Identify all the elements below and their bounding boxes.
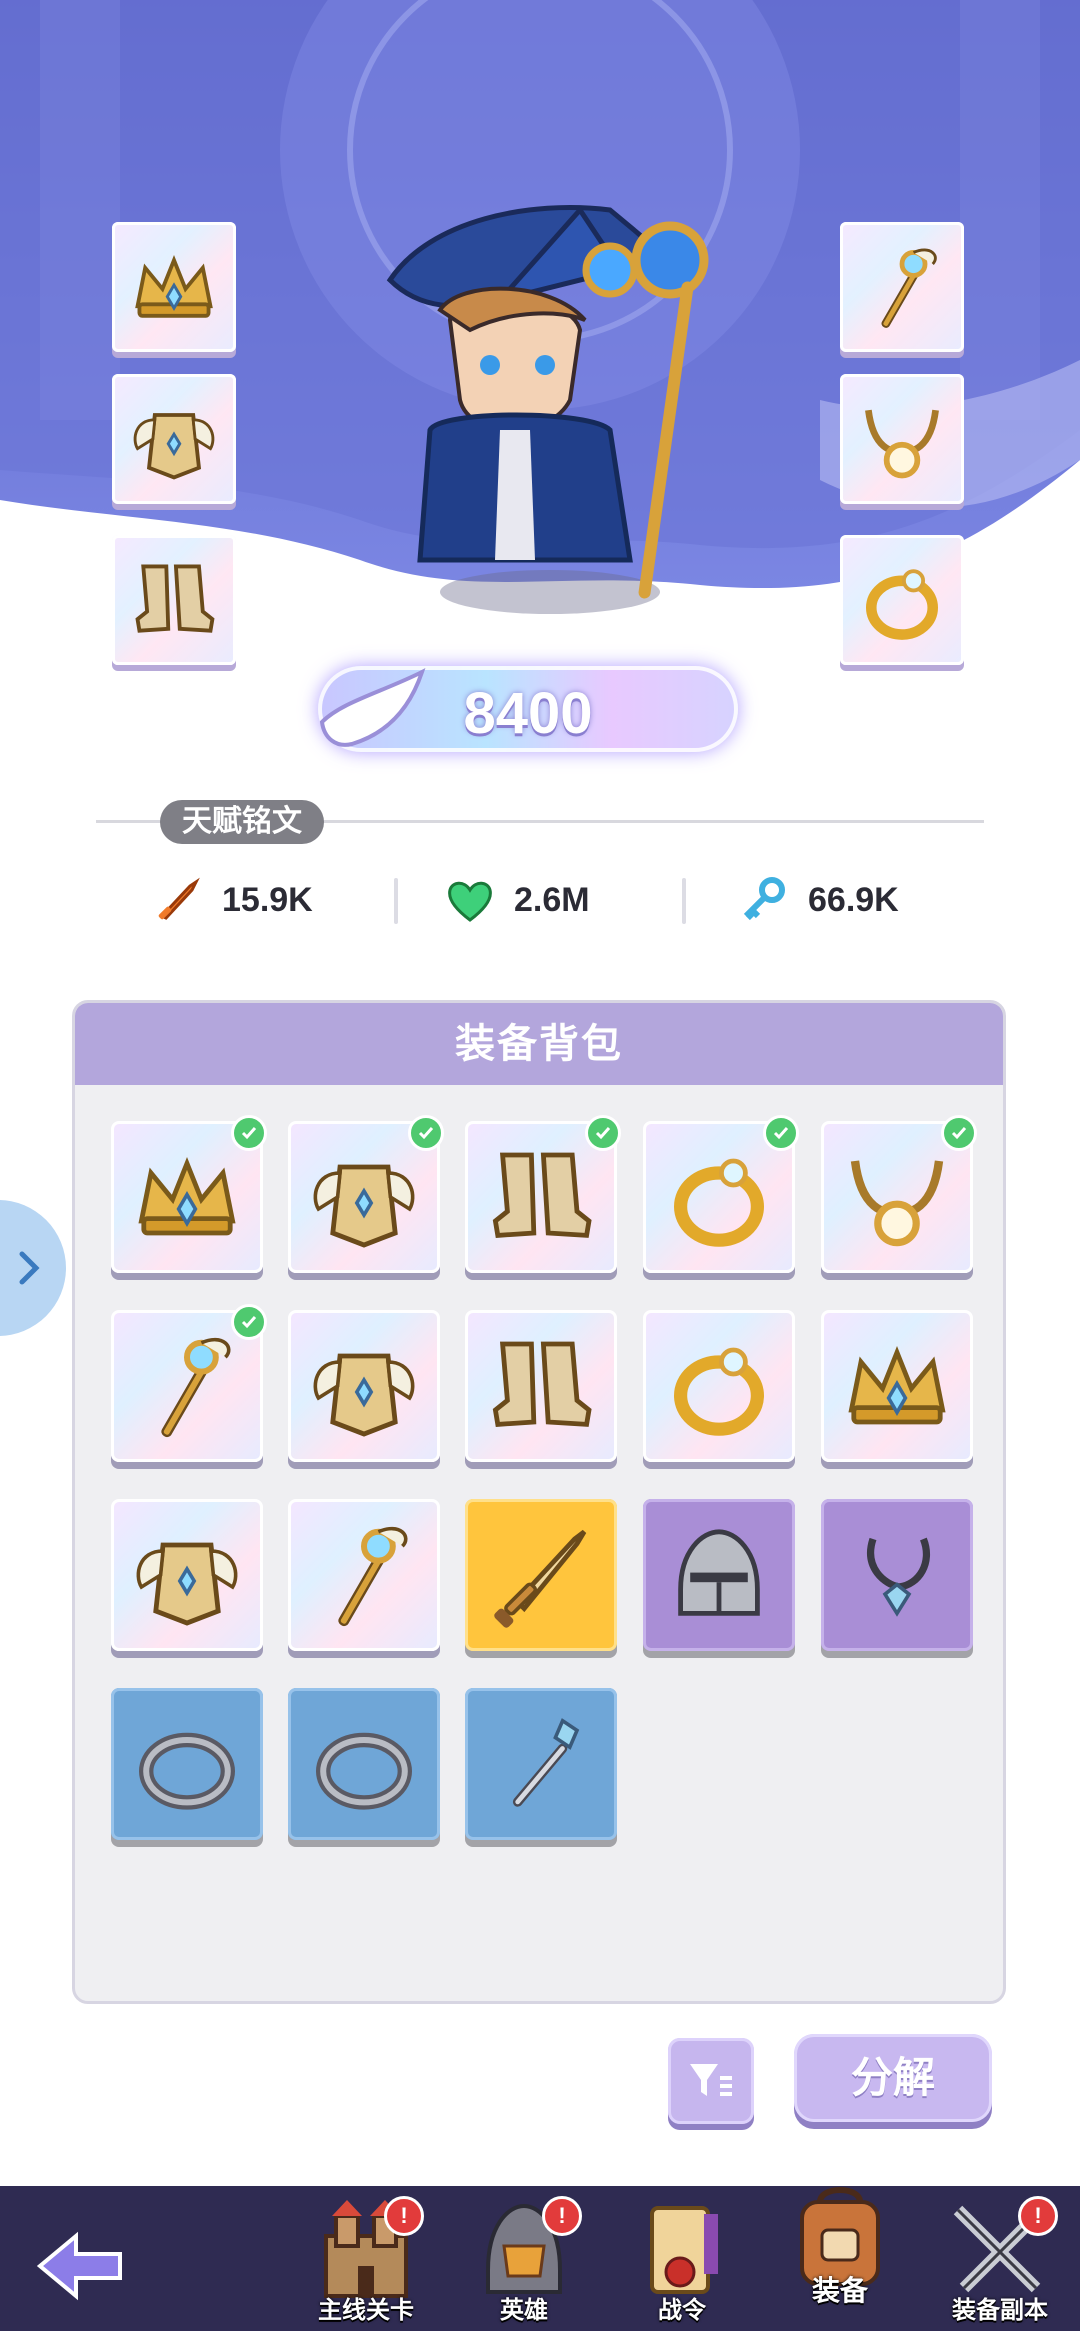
nav-item-hero[interactable]: ! 英雄 bbox=[454, 2196, 594, 2331]
bag-item-iron-ring[interactable] bbox=[288, 1688, 440, 1840]
iron-ring-icon bbox=[139, 1732, 235, 1810]
nav-label: 装备 bbox=[811, 2275, 868, 2306]
nav-item-equipment[interactable]: 装备 bbox=[770, 2180, 910, 2315]
necklace-icon bbox=[850, 1160, 944, 1247]
bag-item-ring[interactable] bbox=[643, 1310, 795, 1462]
bag-item-armor[interactable] bbox=[111, 1499, 263, 1651]
equipment-bag-title: 装备背包 bbox=[75, 1003, 1003, 1085]
sword-icon bbox=[158, 877, 200, 920]
equip-slot-armor[interactable] bbox=[112, 374, 236, 504]
chevron-right-icon bbox=[19, 1251, 40, 1285]
winged-armor-icon bbox=[313, 1164, 415, 1248]
equip-slot-necklace[interactable] bbox=[840, 374, 964, 504]
nav-label: 战令 bbox=[658, 2297, 706, 2324]
equipped-check-icon bbox=[941, 1115, 977, 1151]
combat-power-value: 8400 bbox=[463, 681, 593, 746]
bottom-nav-bar: ! 主线关卡 ! 英雄 战令 装备 ! 装备副本 bbox=[0, 2186, 1080, 2331]
heart-icon bbox=[448, 881, 492, 922]
ring-icon bbox=[674, 1158, 764, 1247]
bag-item-wand[interactable] bbox=[465, 1688, 617, 1840]
equipped-check-icon bbox=[585, 1115, 621, 1151]
necklace-icon bbox=[865, 409, 939, 479]
bag-item-iron-ring[interactable] bbox=[111, 1688, 263, 1840]
sword-icon bbox=[494, 1529, 587, 1628]
staff-icon bbox=[881, 248, 937, 328]
equipped-check-icon bbox=[763, 1115, 799, 1151]
crown-icon bbox=[138, 1156, 236, 1236]
key-icon bbox=[743, 877, 785, 921]
equipment-bag-panel: 装备背包 bbox=[72, 1000, 1006, 2004]
ring-icon bbox=[866, 569, 938, 640]
nav-item-equipment-dungeon[interactable]: ! 装备副本 bbox=[930, 2196, 1070, 2331]
pendant-icon bbox=[867, 1537, 931, 1617]
nav-item-main-stage[interactable]: ! 主线关卡 bbox=[296, 2196, 436, 2331]
bag-item-sword[interactable] bbox=[465, 1499, 617, 1651]
attack-stat: 15.9K bbox=[152, 870, 313, 930]
bag-item-crown[interactable] bbox=[111, 1115, 267, 1273]
bag-item-staff[interactable] bbox=[288, 1499, 440, 1651]
equip-slot-boots[interactable] bbox=[112, 535, 236, 665]
bag-item-boots[interactable] bbox=[465, 1310, 617, 1462]
helmet-icon bbox=[678, 1529, 760, 1616]
wand-icon bbox=[512, 1718, 580, 1807]
notification-badge: ! bbox=[384, 2196, 424, 2236]
nav-label: 英雄 bbox=[500, 2297, 548, 2324]
filter-button[interactable] bbox=[668, 2038, 754, 2124]
equip-slot-ring[interactable] bbox=[840, 535, 964, 665]
side-expand-tab[interactable] bbox=[0, 1200, 66, 1336]
equip-slot-weapon[interactable] bbox=[840, 222, 964, 352]
bag-item-staff[interactable] bbox=[111, 1304, 267, 1462]
staff-icon bbox=[338, 1526, 408, 1627]
stat-separator bbox=[682, 878, 686, 924]
boots-icon bbox=[492, 1152, 592, 1238]
attack-stat-value: 15.9K bbox=[222, 880, 313, 919]
hero-character bbox=[386, 205, 709, 614]
winged-armor-icon bbox=[136, 1542, 238, 1626]
combat-power-bar: 8400 bbox=[318, 666, 738, 752]
talent-inscription-label: 天赋铭文 bbox=[160, 800, 324, 844]
filter-icon bbox=[690, 2064, 732, 2096]
winged-armor-icon bbox=[133, 413, 215, 480]
crown-icon bbox=[135, 254, 213, 318]
notification-badge: ! bbox=[542, 2196, 582, 2236]
equipped-check-icon bbox=[231, 1115, 267, 1151]
equip-slot-head[interactable] bbox=[112, 222, 236, 352]
crown-icon bbox=[848, 1345, 946, 1425]
health-stat: 2.6M bbox=[444, 870, 590, 930]
equipped-check-icon bbox=[231, 1304, 267, 1340]
bag-item-helmet[interactable] bbox=[643, 1499, 795, 1651]
bag-item-armor[interactable] bbox=[288, 1310, 440, 1462]
bag-item-ring[interactable] bbox=[643, 1115, 799, 1273]
equipped-check-icon bbox=[408, 1115, 444, 1151]
bag-item-boots[interactable] bbox=[465, 1115, 621, 1273]
nav-label: 装备副本 bbox=[952, 2297, 1048, 2324]
winged-armor-icon bbox=[313, 1353, 415, 1437]
boots-icon bbox=[492, 1341, 592, 1427]
boots-icon bbox=[135, 564, 215, 633]
iron-ring-icon bbox=[316, 1732, 412, 1810]
bag-item-crown[interactable] bbox=[821, 1310, 973, 1462]
ring-icon bbox=[674, 1347, 764, 1436]
notification-badge: ! bbox=[1018, 2196, 1058, 2236]
bag-item-necklace[interactable] bbox=[821, 1115, 977, 1273]
nav-label: 主线关卡 bbox=[318, 2297, 414, 2324]
decompose-button[interactable]: 分解 bbox=[794, 2034, 992, 2122]
health-stat-value: 2.6M bbox=[514, 880, 590, 919]
nav-item-battle-pass[interactable]: 战令 bbox=[612, 2196, 752, 2331]
key-stat: 66.9K bbox=[738, 870, 899, 930]
stat-separator bbox=[394, 878, 398, 924]
bag-item-pendant[interactable] bbox=[821, 1499, 973, 1651]
back-arrow-icon[interactable] bbox=[30, 2226, 130, 2306]
staff-icon bbox=[161, 1337, 231, 1438]
key-stat-value: 66.9K bbox=[808, 880, 899, 919]
bag-item-armor[interactable] bbox=[288, 1115, 444, 1273]
